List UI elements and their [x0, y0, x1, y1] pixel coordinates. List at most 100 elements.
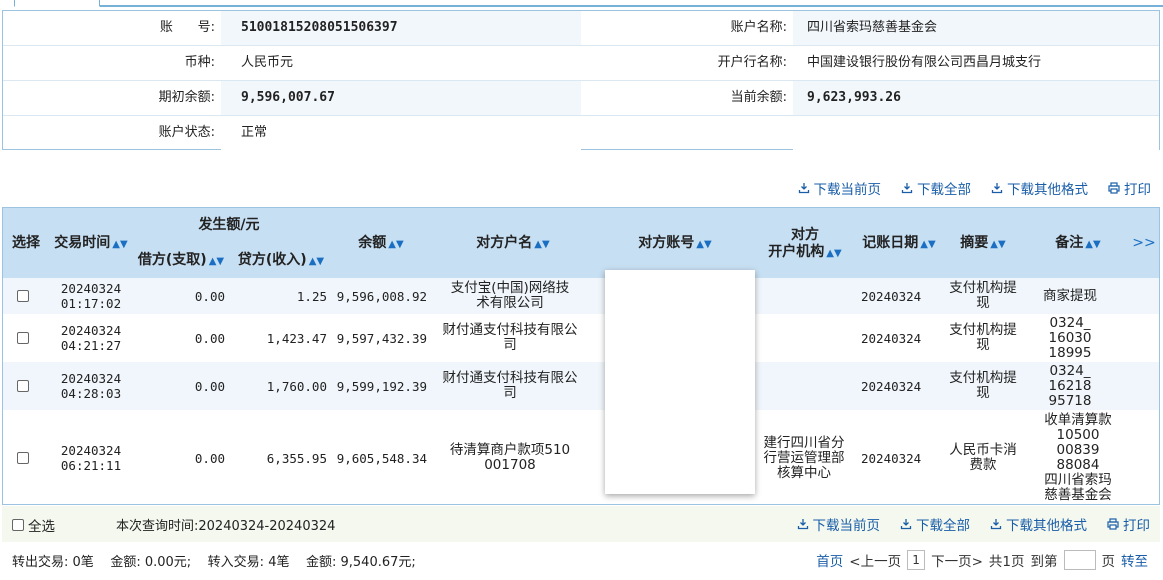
row-summary-l2: 现	[976, 385, 990, 401]
account-name-label: 账户名称:	[730, 20, 787, 35]
row-checkbox[interactable]	[17, 410, 29, 504]
download-all-label: 下载全部	[917, 182, 971, 198]
table-header: 选择 交易时间 ▲▼ 发生额/元 借方(支取) ▲▼ 贷方(收入) ▲▼ 余额 ▲▼ 对…	[3, 208, 1159, 278]
row-debit: 0.00	[194, 330, 225, 346]
row-time: 20240324 01:17:02	[57, 278, 125, 314]
row-party-bank	[759, 314, 849, 362]
row-party-bank: 建行四川省分 行营运管理部 核算中心	[759, 410, 849, 504]
bank-label: 开户行名称:	[717, 55, 787, 70]
row-remark: 商家提现	[1033, 278, 1107, 314]
row-credit: 1,760.00	[266, 378, 327, 394]
row-time-value: 01:17:02	[60, 296, 122, 311]
row-credit: 6,355.95	[266, 450, 327, 466]
row-summary: 支付机构提现	[943, 278, 1023, 314]
print-button[interactable]: 打印	[1108, 178, 1151, 198]
account-info-panel: 账 号: 51001815208051506397 账户名称: 四川省索玛慈善基…	[2, 10, 1160, 151]
row-summary-l1: 支付机构提	[949, 280, 1017, 296]
row-bank-l3: 核算中心	[777, 464, 831, 481]
row-summary: 支付机构提现	[943, 362, 1023, 410]
header-remark-label: 备注	[1055, 235, 1084, 251]
row-remark-l3: 95718	[1048, 392, 1092, 409]
expand-columns-button[interactable]: >>	[1131, 235, 1157, 252]
header-credit[interactable]: 贷方(收入) ▲▼	[235, 252, 327, 270]
opening-balance-label: 期初余额:	[158, 90, 215, 105]
download-page-button[interactable]: 下载当前页	[797, 514, 881, 534]
download-all-button[interactable]: 下载全部	[901, 178, 971, 198]
row-remark: 收单清算款 10500 00839 88084 四川省索玛 慈善基金会	[1033, 410, 1123, 504]
sort-icon: ▲▼	[112, 239, 128, 250]
download-other-format-button[interactable]: 下载其他格式	[990, 514, 1087, 534]
header-post-date-label: 记账日期	[862, 235, 919, 251]
row-balance: 9,596,008.92	[336, 288, 427, 304]
header-remark[interactable]: 备注 ▲▼	[1053, 235, 1103, 253]
download-other-format-button[interactable]: 下载其他格式	[991, 178, 1088, 198]
sort-icon: ▲▼	[534, 239, 550, 250]
download-page-button[interactable]: 下载当前页	[798, 178, 881, 198]
header-summary-label: 摘要	[960, 235, 989, 251]
info-row-account: 账 号: 51001815208051506397 账户名称: 四川省索玛慈善基…	[3, 11, 1159, 46]
download-page-label: 下载当前页	[812, 518, 881, 534]
row-party-bank	[759, 278, 849, 314]
row-remark-l1: 商家提现	[1043, 287, 1097, 304]
row-remark-l2: 10500	[1056, 427, 1100, 443]
download-icon	[900, 518, 912, 530]
header-summary[interactable]: 摘要 ▲▼	[958, 235, 1008, 253]
sort-icon: ▲▼	[208, 256, 225, 267]
row-balance: 9,599,192.39	[336, 378, 427, 394]
row-balance: 9,605,548.34	[336, 450, 427, 466]
print-button[interactable]: 打印	[1107, 514, 1150, 534]
status-spacer	[581, 116, 793, 151]
header-credit-label: 贷方(收入)	[237, 252, 307, 268]
header-party-account[interactable]: 对方账号 ▲▼	[633, 235, 717, 253]
go-button[interactable]: 转至	[1121, 550, 1148, 570]
goto-label: 到第	[1030, 554, 1058, 570]
row-time-value: 04:21:27	[60, 338, 122, 353]
next-page-link[interactable]: 下一页>	[931, 550, 983, 570]
row-party-l1: 财付通支付科技有限公	[442, 370, 578, 386]
first-page-link[interactable]: 首页	[816, 550, 843, 570]
header-post-date[interactable]: 记账日期 ▲▼	[861, 235, 937, 253]
header-debit[interactable]: 借方(支取) ▲▼	[135, 252, 227, 270]
page-unit-label: 页	[1101, 554, 1116, 570]
row-party-bank	[759, 362, 849, 410]
row-checkbox[interactable]	[17, 314, 29, 362]
row-party-l1: 待清算商户款项510	[449, 442, 571, 458]
header-party-bank[interactable]: 对方 开户机构 ▲▼	[763, 227, 847, 262]
header-balance[interactable]: 余额 ▲▼	[353, 235, 409, 253]
current-page: 1	[907, 550, 926, 570]
printer-icon	[1108, 182, 1120, 194]
row-summary-l1: 人民币卡消	[949, 442, 1017, 458]
row-checkbox[interactable]	[17, 362, 29, 410]
select-all-checkbox[interactable]: 全选	[12, 515, 55, 535]
print-label: 打印	[1123, 518, 1150, 534]
row-post-date: 20240324	[861, 450, 922, 466]
header-time-label: 交易时间	[54, 235, 111, 251]
row-date: 20240324	[60, 281, 122, 296]
summary-pager-bar: 转出交易: 0笔 金额: 0.00元; 转入交易: 4笔 金额: 9,540.6…	[2, 542, 1160, 578]
prev-page-link[interactable]: <上一页	[849, 550, 901, 570]
download-all-button[interactable]: 下载全部	[900, 514, 970, 534]
row-checkbox[interactable]	[17, 278, 29, 314]
page-number-input[interactable]	[1063, 550, 1096, 570]
header-debit-label: 借方(支取)	[137, 252, 207, 268]
account-no-value: 51001815208051506397	[221, 11, 581, 45]
status-label: 账户状态:	[158, 125, 215, 140]
row-remark-l3: 00839	[1056, 442, 1100, 458]
print-label: 打印	[1124, 182, 1151, 198]
row-remark-l1: 收单清算款	[1044, 412, 1112, 428]
row-summary-l1: 支付机构提	[949, 322, 1017, 338]
header-time[interactable]: 交易时间 ▲▼	[51, 235, 131, 253]
currency-label: 币种:	[184, 55, 215, 70]
row-remark: 0324_ 16218 95718	[1033, 362, 1107, 410]
row-time-value: 06:21:11	[60, 458, 122, 473]
row-remark-l2: 16218	[1048, 377, 1092, 394]
checkbox-icon	[17, 452, 29, 464]
select-all-label: 全选	[28, 519, 55, 535]
row-remark-l4: 88084	[1056, 457, 1100, 473]
active-tab[interactable]	[14, 0, 100, 7]
info-row-currency: 币种: 人民币元 开户行名称: 中国建设银行股份有限公司西昌月城支行	[3, 46, 1159, 81]
table-row: 20240324 01:17:02 0.00 1.25 9,596,008.92 …	[3, 278, 1159, 314]
row-party-name: 待清算商户款项510 001708	[435, 410, 585, 504]
download-icon	[797, 518, 809, 530]
header-party-name[interactable]: 对方户名 ▲▼	[471, 235, 555, 253]
